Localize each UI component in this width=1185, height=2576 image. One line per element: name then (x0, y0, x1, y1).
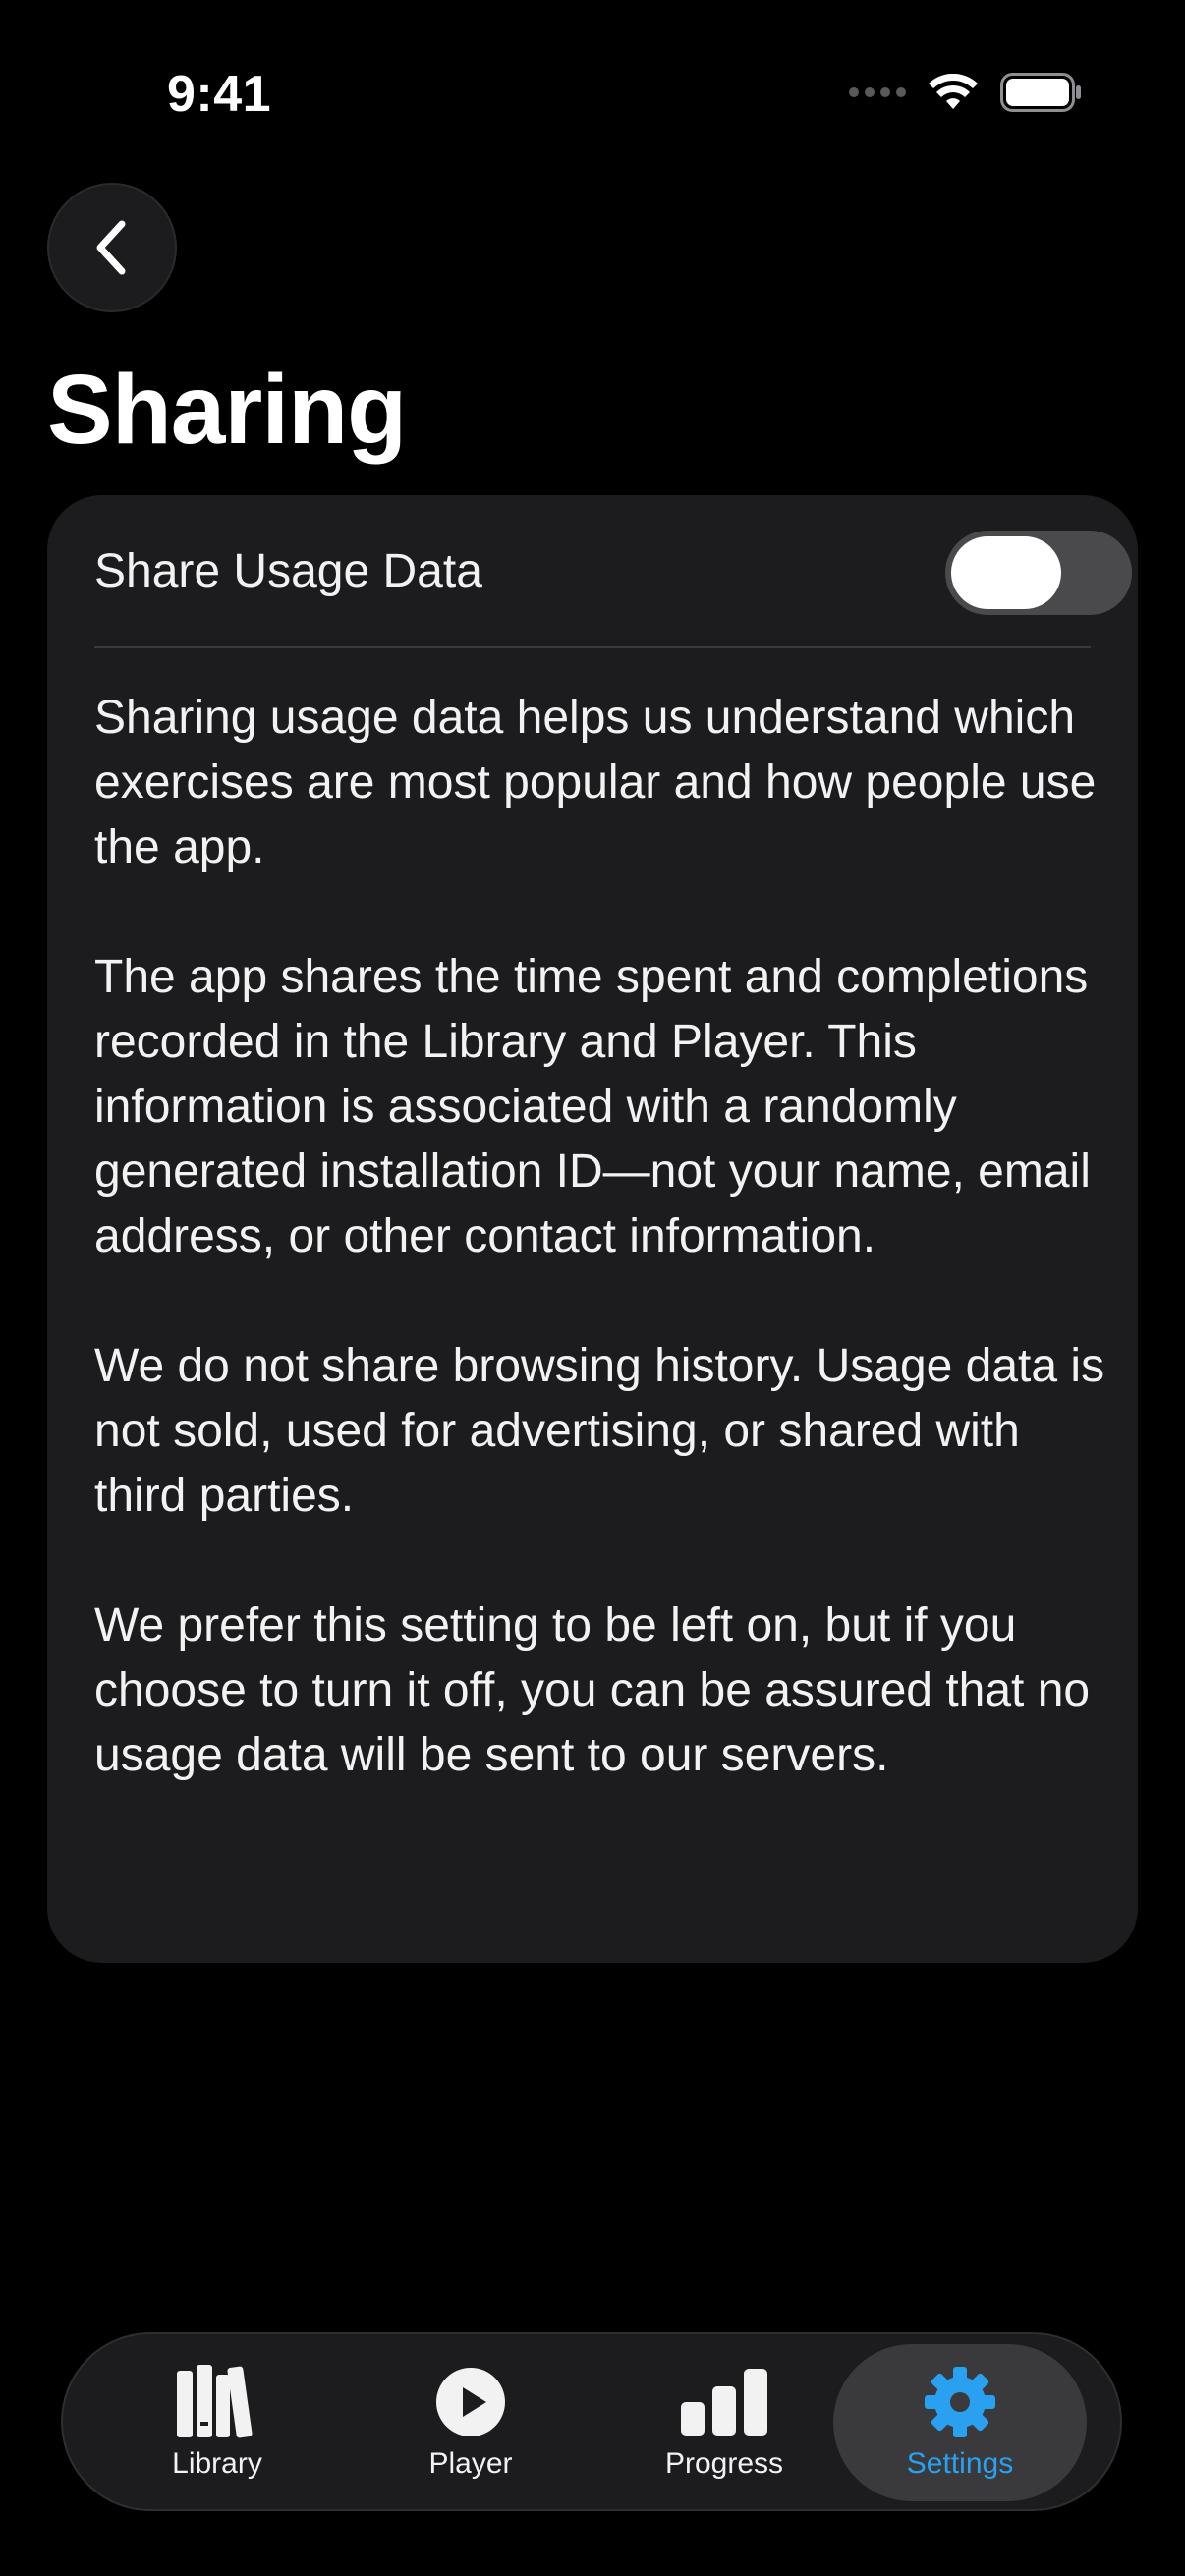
page-title: Sharing (47, 355, 407, 465)
bar-chart-icon (681, 2365, 767, 2439)
tab-settings[interactable]: Settings (833, 2344, 1087, 2501)
tab-label: Progress (664, 2447, 784, 2480)
gear-icon (924, 2365, 996, 2439)
description-paragraph: We do not share browsing history. Usage … (94, 1340, 1105, 1522)
play-circle-icon (434, 2365, 507, 2439)
share-usage-toggle[interactable] (945, 531, 1132, 615)
share-usage-label: Share Usage Data (94, 544, 482, 597)
settings-sharing-screen: 9:41 Sharing Share Usage Data Sharing us… (0, 0, 1185, 2576)
chevron-left-icon (96, 220, 126, 275)
battery-icon (1000, 73, 1081, 112)
tab-label: Library (172, 2447, 262, 2480)
description-paragraph: The app shares the time spent and comple… (94, 951, 1091, 1262)
sharing-settings-card: Share Usage Data Sharing usage data help… (47, 495, 1138, 1963)
tab-bar: Library Player Progress Settings (61, 2332, 1122, 2511)
description-paragraph: We prefer this setting to be left on, bu… (94, 1599, 1091, 1781)
tab-label: Player (428, 2447, 513, 2480)
description-paragraph: Sharing usage data helps us understand w… (94, 692, 1097, 873)
tab-progress[interactable]: Progress (597, 2344, 851, 2501)
books-icon (175, 2365, 259, 2439)
tab-player[interactable]: Player (344, 2344, 597, 2501)
sharing-description: Sharing usage data helps us understand w… (94, 686, 1106, 1853)
divider (94, 646, 1091, 648)
back-button[interactable] (47, 183, 177, 312)
wifi-icon (929, 74, 978, 109)
toggle-knob (951, 536, 1061, 609)
share-usage-row: Share Usage Data (94, 495, 1132, 646)
cellular-signal-icon (849, 87, 906, 97)
tab-label: Settings (906, 2447, 1014, 2480)
status-time: 9:41 (167, 66, 272, 123)
tab-library[interactable]: Library (90, 2344, 344, 2501)
status-icons (849, 73, 1083, 112)
